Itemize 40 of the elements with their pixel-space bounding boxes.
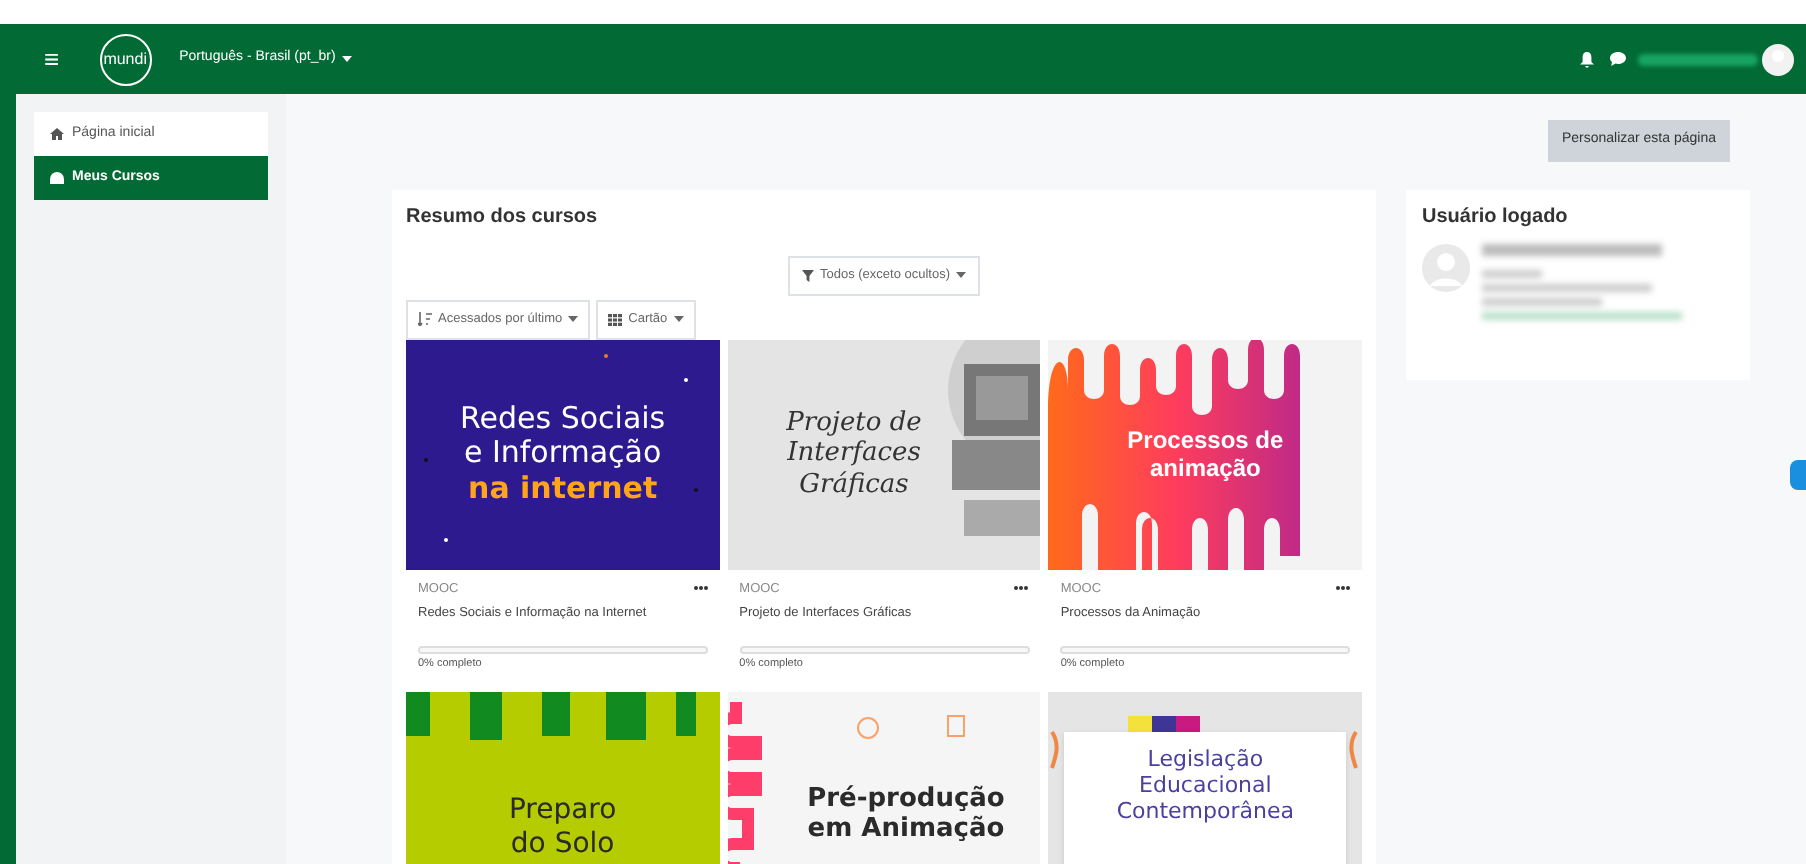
caret-icon xyxy=(956,272,967,279)
menu-button[interactable]: ≡ xyxy=(44,46,60,72)
grid-icon xyxy=(608,313,623,326)
course-banner[interactable]: Processos de animação xyxy=(1048,339,1362,569)
more-icon[interactable] xyxy=(1014,586,1029,591)
caret-icon xyxy=(673,316,684,323)
caret-icon xyxy=(341,56,352,62)
more-icon[interactable] xyxy=(693,586,708,591)
banner-text: Pré-produção xyxy=(807,785,1005,815)
chat-icon[interactable] xyxy=(1610,52,1626,66)
banner-text: em Animação xyxy=(807,815,1005,846)
more-icon[interactable] xyxy=(1336,586,1350,591)
block-title: Usuário logado xyxy=(1422,204,1570,232)
banner-text: na internet xyxy=(468,471,658,506)
course-banner[interactable]: Pré-produção em Animação xyxy=(727,692,1041,864)
course-banner[interactable]: Redes Sociais e Informação na internet xyxy=(406,339,720,569)
banner-text: do Solo xyxy=(510,827,615,862)
home-icon xyxy=(50,128,64,140)
banner-text: Redes Sociais xyxy=(460,402,666,437)
panel-title: Resumo dos cursos xyxy=(406,204,600,232)
banner-text: e Informação xyxy=(463,436,662,472)
filter-icon xyxy=(801,269,814,282)
avatar-icon[interactable] xyxy=(1762,43,1794,75)
caret-icon xyxy=(568,316,579,323)
blurred-user-name xyxy=(1638,53,1758,65)
banner-text: Preparo xyxy=(508,793,617,828)
side-tab[interactable] xyxy=(1790,460,1806,490)
banner-text: Gráficas xyxy=(799,469,909,501)
banner-text: animação xyxy=(1149,454,1261,483)
banner-text: Processos de xyxy=(1127,425,1284,454)
course-banner[interactable]: Projeto de Interfaces Gráficas xyxy=(727,339,1041,569)
sort-icon xyxy=(418,312,432,327)
banner-text: Interfaces xyxy=(787,438,921,470)
banner-text: Legislação xyxy=(1147,748,1264,774)
course-banner[interactable]: Preparo do Solo xyxy=(406,692,720,864)
banner-text: Contemporânea xyxy=(1116,799,1294,825)
site-logo[interactable]: mundi xyxy=(99,33,152,85)
banner-text: Educacional xyxy=(1139,773,1272,800)
notification-icon[interactable] xyxy=(1580,51,1594,67)
banner-text: Projeto de xyxy=(786,407,922,439)
